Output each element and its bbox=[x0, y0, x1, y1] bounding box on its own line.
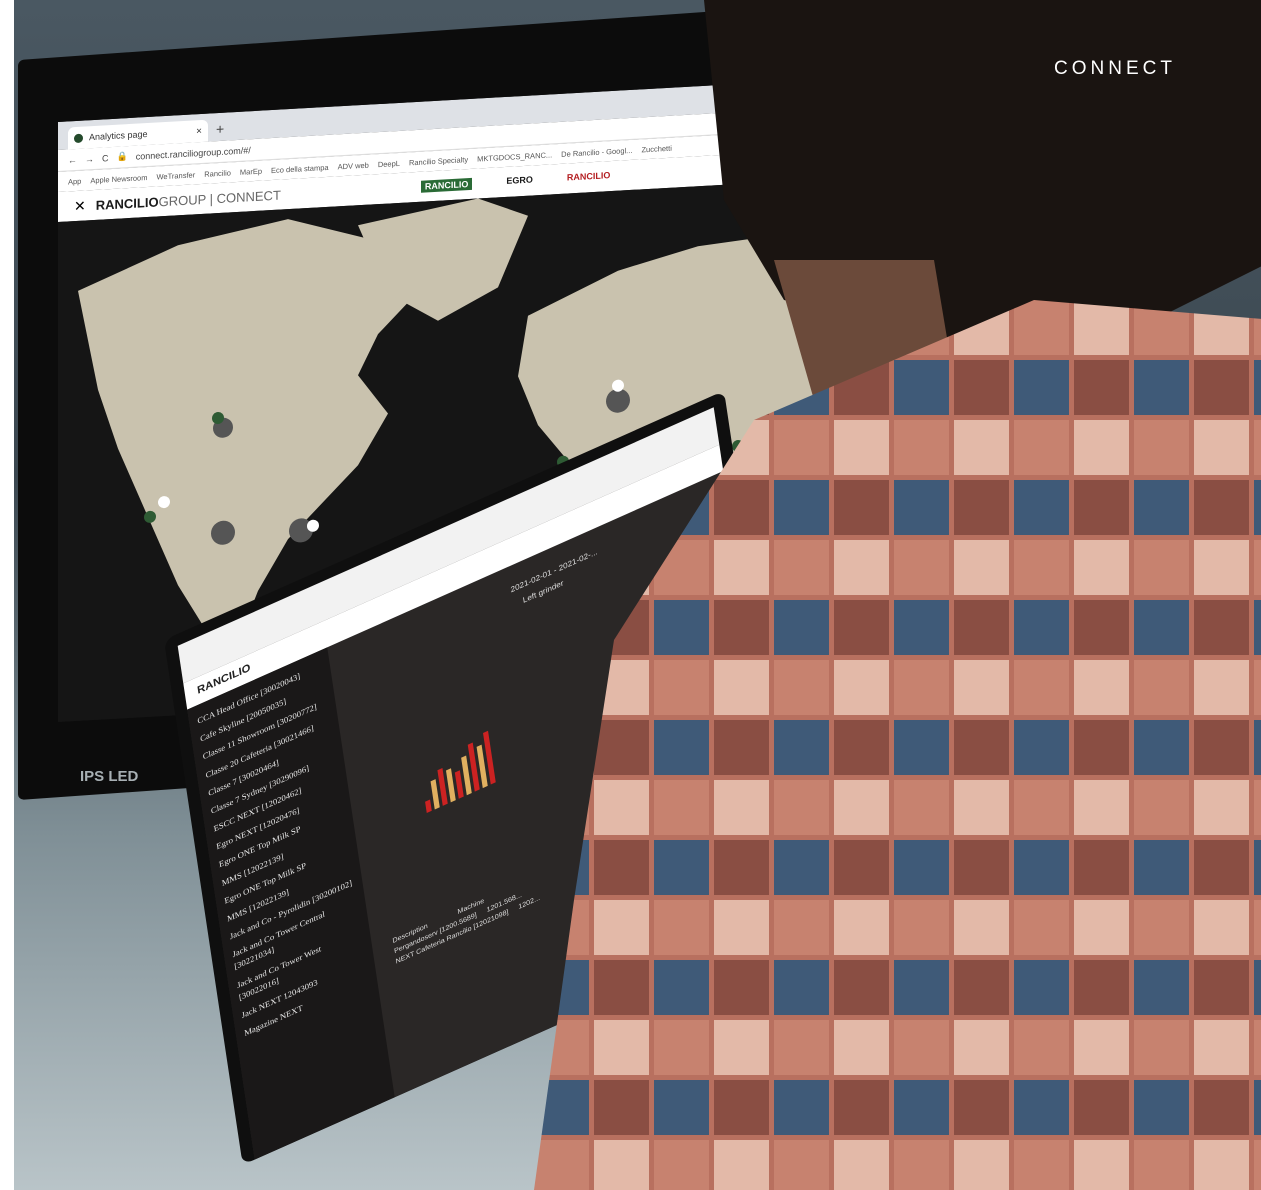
bookmark-item[interactable]: MarEp bbox=[240, 166, 262, 176]
plaid-shirt bbox=[534, 300, 1261, 1190]
data-table: Description Machine Pergandoserv [1200.5… bbox=[392, 874, 540, 966]
bookmark-item[interactable]: Rancilio bbox=[204, 168, 231, 178]
photo-background: Analytics page × + ← → C 🔒 connect.ranci… bbox=[14, 0, 1261, 1190]
bookmark-item[interactable]: App bbox=[68, 176, 81, 186]
bookmark-item[interactable]: WeTransfer bbox=[156, 170, 195, 181]
connect-brand-word: CONNECT bbox=[1054, 58, 1176, 79]
address-text[interactable]: connect.ranciliogroup.com/#/ bbox=[136, 145, 251, 161]
chart-bar bbox=[430, 779, 440, 810]
site-logo[interactable]: RANCILIOGROUP | CONNECT bbox=[96, 187, 281, 212]
forward-arrow-icon[interactable]: → bbox=[85, 153, 94, 164]
partner-logo-rancilio[interactable]: RANCILIO bbox=[420, 177, 473, 193]
reload-icon[interactable]: C bbox=[102, 153, 109, 163]
bookmark-item[interactable]: Apple Newsroom bbox=[90, 172, 147, 184]
bookmark-item[interactable]: DeepL bbox=[378, 158, 400, 168]
back-arrow-icon[interactable]: ← bbox=[68, 154, 77, 165]
rancilio-logo-icon: ✕ bbox=[74, 196, 86, 214]
new-tab-button[interactable]: + bbox=[216, 121, 224, 137]
favicon-icon bbox=[74, 133, 83, 143]
person-in-plaid-shirt bbox=[534, 0, 1261, 1190]
monitor-brand-label: IPS LED bbox=[80, 768, 139, 785]
chart-bar bbox=[454, 770, 464, 799]
table-row: Pergandoserv [1200.5689] 1201.568... bbox=[393, 891, 523, 956]
bookmark-item[interactable]: Eco della stampa bbox=[271, 162, 329, 174]
tab-title: Analytics page bbox=[89, 128, 148, 143]
partner-logo-egro[interactable]: EGRO bbox=[506, 174, 533, 187]
bookmark-item[interactable]: Rancilio Specialty bbox=[409, 155, 468, 167]
lock-icon: 🔒 bbox=[116, 151, 128, 162]
usage-bar-chart bbox=[418, 726, 496, 814]
chart-bar bbox=[425, 799, 432, 814]
close-icon[interactable]: × bbox=[196, 125, 202, 136]
bookmark-item[interactable]: ADV web bbox=[338, 160, 369, 171]
